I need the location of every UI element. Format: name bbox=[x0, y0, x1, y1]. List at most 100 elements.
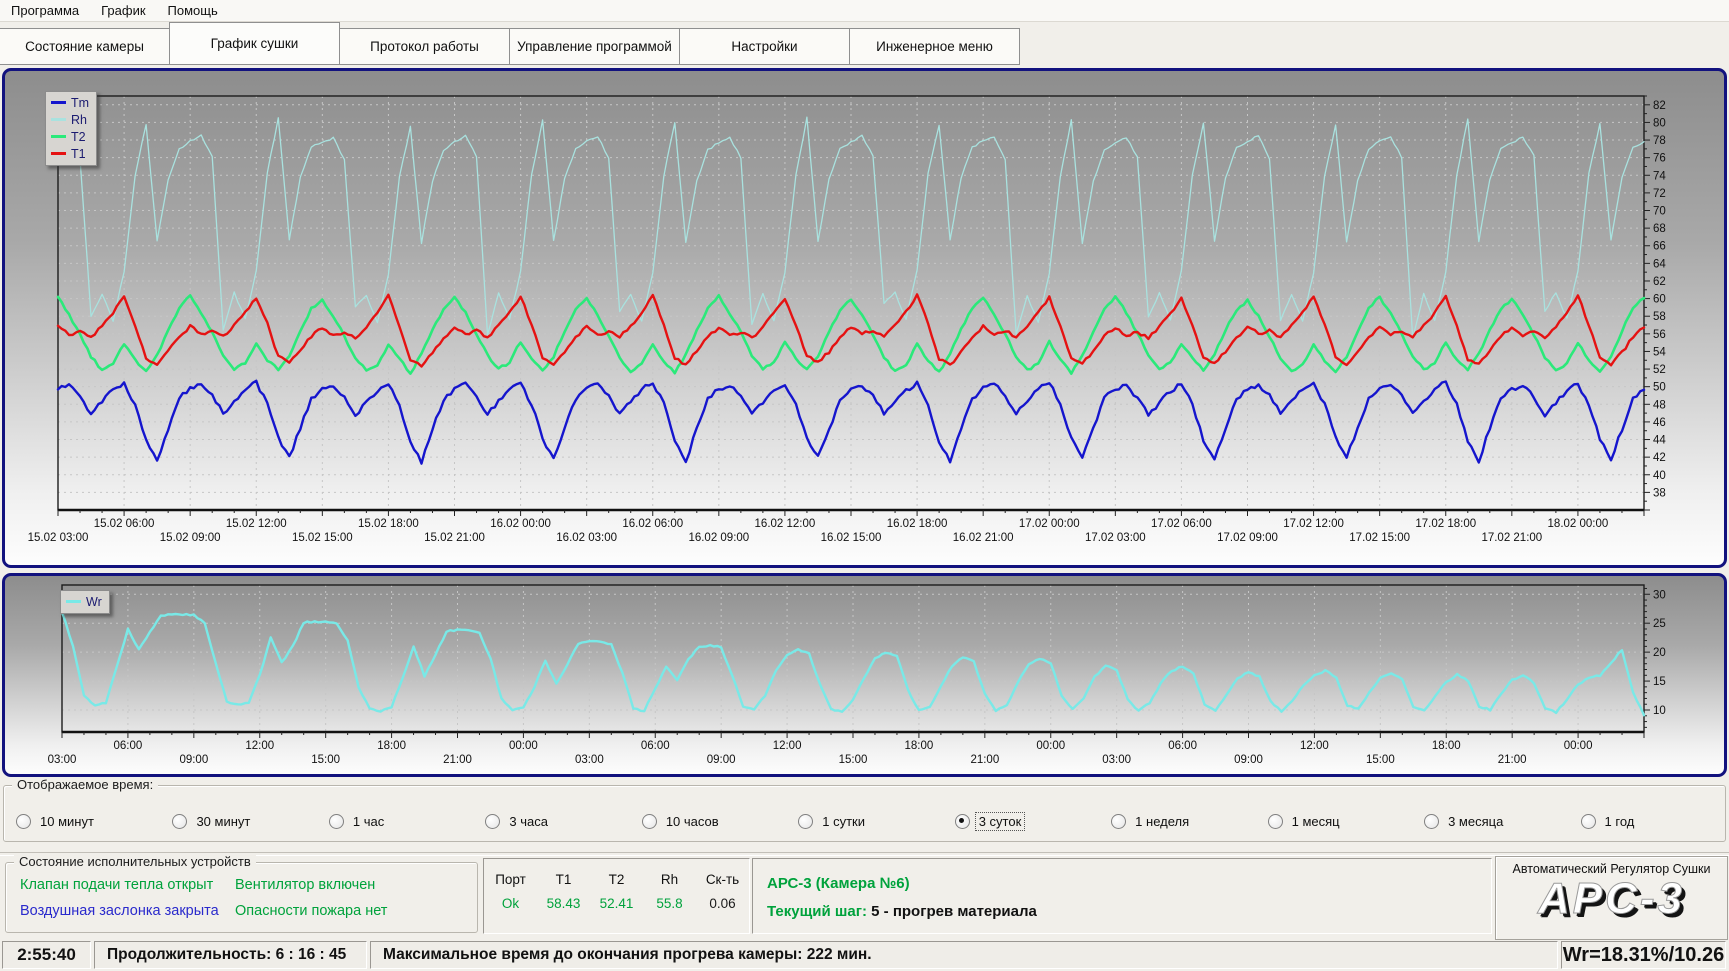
legend-item-t1: T1 bbox=[51, 145, 89, 162]
radio-icon[interactable] bbox=[955, 814, 970, 829]
time-option-1day[interactable]: 1 сутки bbox=[786, 813, 942, 830]
device-heat-valve-status: Клапан подачи тепла открыт bbox=[20, 877, 235, 893]
radio-icon[interactable] bbox=[329, 814, 344, 829]
tab-program-control[interactable]: Управление программой bbox=[509, 28, 680, 65]
radio-icon[interactable] bbox=[1111, 814, 1126, 829]
tab-work-protocol[interactable]: Протокол работы bbox=[339, 28, 510, 65]
svg-text:06:00: 06:00 bbox=[114, 740, 143, 752]
time-option-3hours[interactable]: 3 часа bbox=[473, 813, 629, 830]
device-air-damper-status: Воздушная заслонка закрыта bbox=[20, 903, 235, 919]
tab-chamber-state[interactable]: Состояние камеры bbox=[0, 28, 170, 65]
sensor-value-t1: 58.43 bbox=[537, 896, 590, 911]
sensor-header-rh: Rh bbox=[643, 872, 696, 887]
svg-text:15:00: 15:00 bbox=[839, 754, 868, 766]
main-chart-svg: 3840424446485052545658606264666870727476… bbox=[5, 71, 1724, 565]
svg-text:00:00: 00:00 bbox=[509, 740, 538, 752]
svg-text:16.02 21:00: 16.02 21:00 bbox=[953, 532, 1014, 544]
radio-icon[interactable] bbox=[1268, 814, 1283, 829]
svg-text:21:00: 21:00 bbox=[970, 754, 999, 766]
svg-text:15.02 15:00: 15.02 15:00 bbox=[292, 532, 353, 544]
svg-text:50: 50 bbox=[1653, 382, 1666, 394]
svg-text:06:00: 06:00 bbox=[1168, 740, 1197, 752]
svg-text:46: 46 bbox=[1653, 417, 1666, 429]
svg-text:16.02 12:00: 16.02 12:00 bbox=[755, 518, 816, 530]
menu-chart[interactable]: График bbox=[90, 1, 156, 20]
radio-icon[interactable] bbox=[1424, 814, 1439, 829]
tab-bar: Состояние камеры График сушки Протокол р… bbox=[0, 22, 1020, 65]
wr-line-swatch bbox=[66, 600, 81, 603]
tab-engineering-menu[interactable]: Инженерное меню bbox=[849, 28, 1020, 65]
time-option-1month[interactable]: 1 месяц bbox=[1256, 813, 1412, 830]
time-option-1hour[interactable]: 1 час bbox=[317, 813, 473, 830]
controller-current-step: Текущий шаг: 5 - прогрев материала bbox=[767, 903, 1037, 920]
svg-text:15:00: 15:00 bbox=[1366, 754, 1395, 766]
svg-text:15.02 06:00: 15.02 06:00 bbox=[94, 518, 155, 530]
svg-text:16.02 03:00: 16.02 03:00 bbox=[556, 532, 617, 544]
svg-text:78: 78 bbox=[1653, 135, 1666, 147]
devices-state-grid: Клапан подачи тепла открыт Вентилятор вк… bbox=[20, 877, 387, 919]
statusbar-wr-value: Wr=18.31%/10.26 bbox=[1561, 941, 1726, 969]
menu-program[interactable]: Программа bbox=[0, 1, 90, 20]
radio-icon[interactable] bbox=[16, 814, 31, 829]
time-option-10hours[interactable]: 10 часов bbox=[630, 813, 786, 830]
svg-text:16.02 15:00: 16.02 15:00 bbox=[821, 532, 882, 544]
svg-text:56: 56 bbox=[1653, 329, 1666, 341]
rh-line-swatch bbox=[51, 118, 66, 121]
svg-text:16.02 06:00: 16.02 06:00 bbox=[622, 518, 683, 530]
tab-settings[interactable]: Настройки bbox=[679, 28, 850, 65]
svg-text:40: 40 bbox=[1653, 470, 1666, 482]
tab-drying-chart[interactable]: График сушки bbox=[169, 22, 340, 65]
svg-text:38: 38 bbox=[1653, 487, 1666, 499]
svg-text:17.02 03:00: 17.02 03:00 bbox=[1085, 532, 1146, 544]
time-option-3months[interactable]: 3 месяца bbox=[1412, 813, 1568, 830]
svg-text:15.02 12:00: 15.02 12:00 bbox=[226, 518, 287, 530]
svg-text:17.02 21:00: 17.02 21:00 bbox=[1481, 532, 1542, 544]
time-option-1year[interactable]: 1 год bbox=[1569, 813, 1725, 830]
svg-text:21:00: 21:00 bbox=[1498, 754, 1527, 766]
time-range-radio-row: 10 минут 30 минут 1 час 3 часа 10 часов … bbox=[4, 813, 1725, 830]
sensor-readings-panel: Порт T1 T2 Rh Ск-ть Ok 58.43 52.41 55.8 … bbox=[483, 858, 750, 934]
svg-text:58: 58 bbox=[1653, 311, 1666, 323]
svg-text:72: 72 bbox=[1653, 188, 1666, 200]
time-option-3days[interactable]: 3 суток bbox=[943, 813, 1099, 830]
sensor-header-t2: T2 bbox=[590, 872, 643, 887]
displayed-time-group-label: Отображаемое время: bbox=[12, 777, 158, 792]
sensor-value-rh: 55.8 bbox=[643, 896, 696, 911]
legend-item-tm: Tm bbox=[51, 94, 89, 111]
svg-text:10: 10 bbox=[1653, 705, 1666, 717]
svg-text:20: 20 bbox=[1653, 647, 1666, 659]
svg-text:64: 64 bbox=[1653, 258, 1666, 270]
svg-text:18:00: 18:00 bbox=[1432, 740, 1461, 752]
time-option-30min[interactable]: 30 минут bbox=[160, 813, 316, 830]
controller-info-panel: АРС-3 (Камера №6) Текущий шаг: 5 - прогр… bbox=[752, 858, 1492, 934]
radio-icon[interactable] bbox=[485, 814, 500, 829]
menu-bar: Программа График Помощь bbox=[0, 0, 1729, 22]
main-chart-legend: Tm Rh T2 T1 bbox=[45, 91, 97, 166]
legend-label-rh: Rh bbox=[71, 113, 87, 127]
legend-item-t2: T2 bbox=[51, 128, 89, 145]
radio-icon[interactable] bbox=[798, 814, 813, 829]
sensor-header-t1: T1 bbox=[537, 872, 590, 887]
statusbar-duration: Продолжительность: 6 : 16 : 45 bbox=[94, 941, 367, 969]
legend-label-t1: T1 bbox=[71, 147, 86, 161]
statusbar-clock: 2:55:40 bbox=[2, 941, 91, 969]
logo-panel: Автоматический Регулятор Сушки АРС-3 bbox=[1495, 856, 1728, 940]
svg-text:12:00: 12:00 bbox=[245, 740, 274, 752]
svg-text:15:00: 15:00 bbox=[311, 754, 340, 766]
radio-icon[interactable] bbox=[642, 814, 657, 829]
svg-text:82: 82 bbox=[1653, 100, 1666, 112]
svg-text:17.02 06:00: 17.02 06:00 bbox=[1151, 518, 1212, 530]
time-option-10min[interactable]: 10 минут bbox=[4, 813, 160, 830]
svg-text:76: 76 bbox=[1653, 153, 1666, 165]
device-fan-status: Вентилятор включен bbox=[235, 877, 387, 893]
radio-icon[interactable] bbox=[1581, 814, 1596, 829]
svg-text:16.02 18:00: 16.02 18:00 bbox=[887, 518, 948, 530]
devices-state-group: Состояние исполнительных устройств Клапа… bbox=[5, 862, 478, 933]
menu-help[interactable]: Помощь bbox=[157, 1, 229, 20]
radio-icon[interactable] bbox=[172, 814, 187, 829]
svg-text:18.02 00:00: 18.02 00:00 bbox=[1548, 518, 1609, 530]
svg-text:80: 80 bbox=[1653, 117, 1666, 129]
time-option-1week[interactable]: 1 неделя bbox=[1099, 813, 1255, 830]
tm-line-swatch bbox=[51, 101, 66, 104]
svg-text:15.02 21:00: 15.02 21:00 bbox=[424, 532, 485, 544]
